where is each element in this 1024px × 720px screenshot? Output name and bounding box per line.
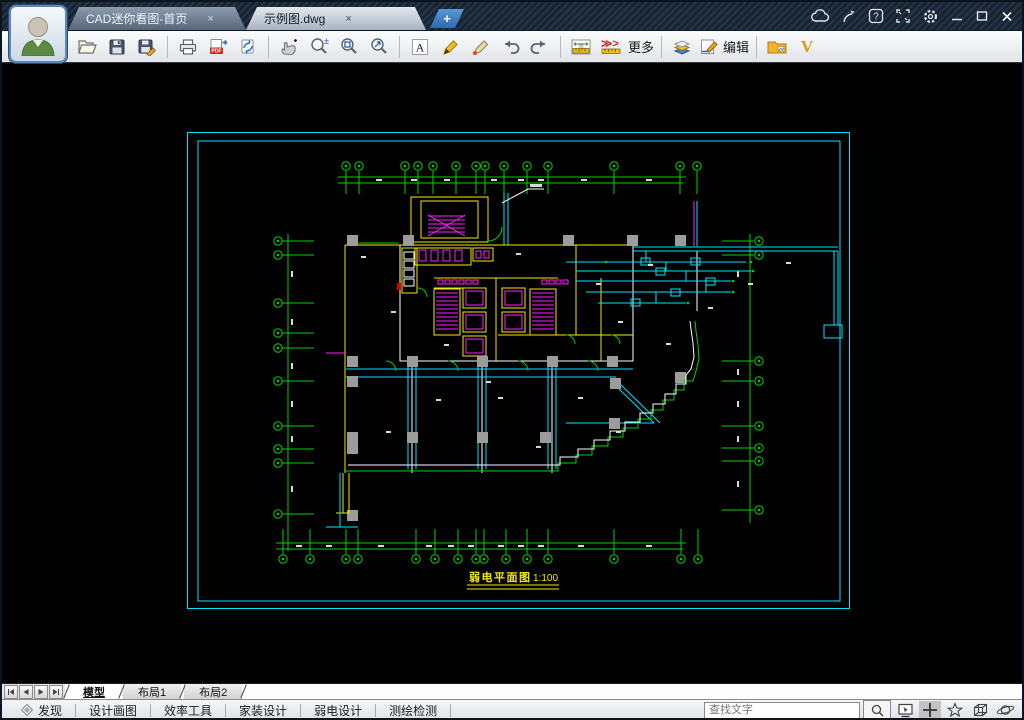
pencil-annotate-button[interactable]: [435, 34, 465, 60]
drawing-title: 弱电平面图 1:100: [467, 570, 559, 590]
status-separator: [450, 703, 452, 717]
export-pdf-button[interactable]: PDF: [203, 34, 233, 60]
maximize-button[interactable]: [975, 9, 989, 23]
sheet-nav-buttons: [2, 684, 65, 699]
pointer-screen-icon: [897, 703, 913, 718]
tab-document[interactable]: 示例图.dwg ×: [246, 7, 426, 30]
toolbar-separator: [399, 35, 400, 58]
measure-button[interactable]: 35: [566, 34, 596, 60]
minimize-button[interactable]: [950, 9, 964, 23]
new-tab-button[interactable]: +: [430, 9, 464, 28]
continuous-measure-button[interactable]: ≫˃: [596, 34, 626, 60]
toolbar-separator: [268, 35, 269, 58]
orbit-icon: [996, 705, 1014, 715]
home-design-button[interactable]: 家装设计: [226, 702, 300, 719]
search-icon: [871, 704, 884, 717]
svg-text:?: ?: [873, 12, 879, 23]
first-sheet-button[interactable]: [4, 684, 18, 699]
image-gallery-button[interactable]: [762, 34, 792, 60]
drawing-scale-text: 1:100: [533, 573, 558, 584]
marker-annotate-button[interactable]: [465, 34, 495, 60]
toolbar-separator: [560, 35, 561, 58]
avatar-person-icon: [21, 17, 55, 56]
favorite-button[interactable]: [944, 701, 966, 718]
svg-text:A: A: [416, 40, 425, 54]
more-tools-button[interactable]: 更多: [626, 34, 656, 60]
crosshair-icon: [923, 703, 937, 717]
star-icon: [947, 702, 963, 718]
user-avatar[interactable]: [9, 5, 67, 63]
save-button[interactable]: [102, 34, 132, 60]
layers-button[interactable]: [667, 34, 697, 60]
brand-v-logo[interactable]: V: [792, 34, 822, 60]
save-as-button[interactable]: [132, 34, 162, 60]
svg-text:PDF: PDF: [211, 48, 221, 54]
low-voltage-design-button[interactable]: 弱电设计: [301, 702, 375, 719]
svg-text:≫˃: ≫˃: [601, 38, 619, 50]
sheet-tab-layout1[interactable]: 布局1: [123, 684, 182, 699]
toolbar-separator: [167, 35, 168, 58]
tab-home-close-icon[interactable]: ×: [203, 13, 217, 25]
main-toolbar: PDF ± A 35 ≫˃ 更多 编辑 V: [2, 31, 1022, 63]
help-icon[interactable]: ?: [868, 8, 884, 24]
find-text-input[interactable]: [704, 701, 860, 718]
drawing-title-text: 弱电平面图: [469, 570, 532, 584]
toolbar-separator: [661, 35, 663, 58]
fullscreen-icon[interactable]: [895, 8, 911, 24]
document-tabs: CAD迷你看图-首页 × 示例图.dwg × +: [68, 7, 464, 30]
prev-sheet-button[interactable]: [19, 684, 33, 699]
survey-detect-button[interactable]: 测绘检测: [376, 702, 450, 719]
settings-gear-icon[interactable]: [922, 8, 939, 25]
pointer-mode-button[interactable]: [894, 701, 916, 718]
title-bar: CAD迷你看图-首页 × 示例图.dwg × + ?: [2, 2, 1022, 31]
toolbar-separator: [756, 35, 758, 58]
cube-3d-icon: [973, 703, 987, 717]
diamond-icon: [21, 704, 33, 716]
svg-text:±: ±: [324, 37, 329, 46]
cad-drawing[interactable]: 弱电平面图 1:100: [186, 131, 852, 611]
tab-home-label: CAD迷你看图-首页: [86, 12, 188, 26]
next-sheet-button[interactable]: [34, 684, 48, 699]
open-file-button[interactable]: [72, 34, 102, 60]
discover-button[interactable]: 发现: [8, 702, 75, 719]
design-draw-button[interactable]: 设计画图: [76, 702, 150, 719]
view-3d-button[interactable]: [969, 701, 991, 718]
cloud-icon[interactable]: [810, 9, 830, 23]
orbit-view-button[interactable]: [994, 701, 1016, 718]
tab-home[interactable]: CAD迷你看图-首页 ×: [68, 7, 246, 30]
app-window: CAD迷你看图-首页 × 示例图.dwg × + ? PDF ± A 35 ≫˃…: [0, 0, 1024, 720]
sheet-tab-strip: 模型 布局1 布局2: [2, 683, 1022, 699]
sheet-tab-layout2[interactable]: 布局2: [184, 684, 243, 699]
tab-document-close-icon[interactable]: ×: [341, 13, 355, 25]
print-button[interactable]: [173, 34, 203, 60]
status-bar: 发现 设计画图 效率工具 家装设计 弱电设计 测绘检测: [2, 699, 1022, 719]
redo-button[interactable]: [525, 34, 555, 60]
last-sheet-button[interactable]: [49, 684, 63, 699]
search-button[interactable]: [863, 700, 891, 718]
convert-format-button[interactable]: [233, 34, 263, 60]
crosshair-mode-button[interactable]: [919, 701, 941, 718]
share-icon[interactable]: [841, 8, 857, 24]
undo-button[interactable]: [495, 34, 525, 60]
close-button[interactable]: [1000, 9, 1014, 23]
zoom-extents-button[interactable]: [364, 34, 394, 60]
floor-plan: [326, 184, 843, 528]
drawing-canvas[interactable]: 弱电平面图 1:100: [2, 63, 1022, 683]
edit-button[interactable]: 编辑: [697, 34, 751, 60]
pan-tool-button[interactable]: [274, 34, 304, 60]
sheet-tab-model[interactable]: 模型: [68, 684, 120, 699]
zoom-window-button[interactable]: [334, 34, 364, 60]
efficiency-tools-button[interactable]: 效率工具: [151, 702, 225, 719]
zoom-in-out-button[interactable]: ±: [304, 34, 334, 60]
text-tool-button[interactable]: A: [405, 34, 435, 60]
tab-document-label: 示例图.dwg: [264, 12, 326, 26]
svg-text:35: 35: [578, 43, 584, 48]
